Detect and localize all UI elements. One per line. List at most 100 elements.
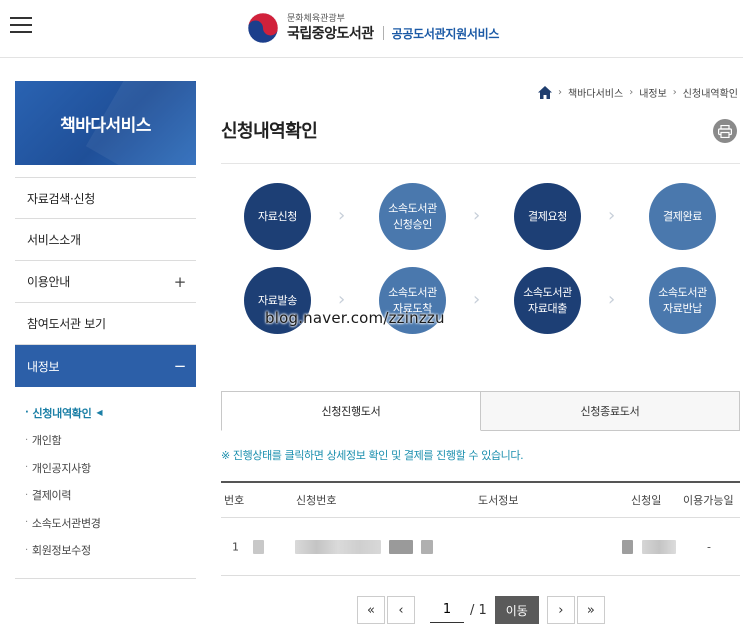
step-label: 소속도서관 신청승인 [388,201,437,231]
sidebar-item-libraries[interactable]: 참여도서관 보기 [15,303,196,345]
collapse-minus-icon[interactable]: − [174,357,187,375]
page-number-input[interactable] [430,597,464,623]
blurred-cell [421,539,433,554]
submenu-item-personal-box[interactable]: · 개인함 [25,427,196,455]
step-label: 소속도서관 자료대출 [523,285,572,315]
chevron-right-icon: › [629,87,634,98]
header-book-info: 도서정보 [478,494,519,507]
next-page-button[interactable]: › [546,596,575,624]
table-header: 번호 신청번호 도서정보 신청일 이용가능일 [221,481,740,518]
submenu-item-label: 회원정보수정 [31,544,91,558]
bullet-icon: · [25,462,28,474]
step-library-return: 소속도서관 자료반납 [649,267,716,334]
chevron-right-icon: › [608,289,616,310]
submenu-item-payment-history[interactable]: · 결제이력 [25,482,196,510]
bullet-icon: · [25,434,28,446]
ministry-name: 문화체육관광부 [287,13,345,24]
chevron-right-icon: › [557,87,562,98]
submenu-item-label: 소속도서관변경 [31,516,101,530]
step-library-loan: 소속도서관 자료대출 [514,267,581,334]
step-label: 소속도서관 자료반납 [658,285,707,315]
page-total: / 1 [470,602,487,618]
chevron-right-icon: › [672,87,677,98]
bullet-icon: · [25,489,28,501]
last-page-button[interactable]: » [576,596,605,624]
menu-icon[interactable] [10,17,32,35]
expand-plus-icon[interactable]: + [174,273,187,291]
submenu-item-request-history[interactable]: · 신청내역확인 ◀ [25,399,196,427]
chevron-right-icon: › [338,289,346,310]
step-library-approval: 소속도서관 신청승인 [379,183,446,250]
go-button[interactable]: 이동 [494,596,539,624]
step-label: 결제완료 [663,209,702,223]
breadcrumb: › 책바다서비스 › 내정보 › 신청내역확인 [537,85,738,100]
submenu-item-label: 결제이력 [31,489,72,503]
row-available-date: - [707,540,711,553]
page-title: 신청내역확인 [221,121,318,142]
sidebar-item-guide[interactable]: 이용안내 + [15,261,196,303]
submenu-item-edit-profile[interactable]: · 회원정보수정 [25,537,196,565]
taegeuk-emblem-icon [247,12,279,44]
blurred-cell [253,539,264,554]
request-tabs: 신청진행도서 신청종료도서 [221,391,740,431]
breadcrumb-item[interactable]: 책바다서비스 [568,85,623,100]
tab-label: 신청진행도서 [321,405,381,418]
service-name: 공공도서관지원서비스 [391,26,500,41]
breadcrumb-item-current: 신청내역확인 [682,89,738,100]
chevron-right-icon: › [473,205,481,226]
logo-divider [382,26,384,40]
print-button[interactable] [713,119,737,143]
step-payment-complete: 결제완료 [649,183,716,250]
site-logo[interactable]: 문화체육관광부 국립중앙도서관 공공도서관지원서비스 [247,8,499,48]
blurred-request-no [295,539,381,554]
prev-page-button[interactable]: ‹ [387,596,415,624]
sidebar-submenu: · 신청내역확인 ◀ · 개인함 · 개인공지사항 · 결제이력 · 소속도서관… [15,387,196,564]
tab-in-progress[interactable]: 신청진행도서 [221,391,481,431]
sidebar-item-search[interactable]: 자료검색·신청 [15,177,196,219]
header-number: 번호 [224,494,245,507]
sidebar-item-label: 이용안내 [27,275,70,289]
sidebar-banner-title: 책바다서비스 [60,115,151,136]
sidebar-item-label: 서비스소개 [27,233,81,247]
breadcrumb-item[interactable]: 내정보 [639,85,667,100]
step-label: 자료발송 [258,293,297,307]
sidebar-menu: 자료검색·신청 서비스소개 이용안내 + 참여도서관 보기 내정보 − · 신청… [15,177,196,564]
sidebar-item-my-info[interactable]: 내정보 − [15,345,196,387]
pagination: « ‹ / 1 이동 › » [357,596,605,624]
submenu-item-label: 개인공지사항 [31,461,91,475]
title-divider [221,163,740,164]
blurred-request-date [642,539,676,554]
tab-label: 신청종료도서 [580,405,640,418]
tab-completed[interactable]: 신청종료도서 [481,391,740,431]
submenu-item-label: 신청내역확인 [32,406,92,420]
sidebar-item-label: 자료검색·신청 [27,191,95,206]
notice-text: ※ 진행상태를 클릭하면 상세정보 확인 및 결제를 진행할 수 있습니다. [221,449,524,462]
sidebar-item-intro[interactable]: 서비스소개 [15,219,196,261]
first-page-button[interactable]: « [357,596,385,624]
header-request-date: 신청일 [631,494,662,507]
step-payment-request: 결제요청 [514,183,581,250]
table-row[interactable]: 1 - [221,518,740,576]
sidebar-item-label: 내정보 [27,359,60,374]
row-number: 1 [232,540,239,553]
library-name: 국립중앙도서관 [287,25,374,42]
step-label: 결제요청 [528,209,567,223]
header-request-no: 신청번호 [296,494,337,507]
header-available-date: 이용가능일 [683,494,734,507]
current-indicator-icon: ◀ [96,408,103,418]
step-request: 자료신청 [244,183,311,250]
submenu-item-change-library[interactable]: · 소속도서관변경 [25,509,196,537]
sidebar-item-label: 참여도서관 보기 [27,317,106,331]
submenu-item-personal-notice[interactable]: · 개인공지사항 [25,454,196,482]
blurred-request-date [622,539,633,554]
chevron-right-icon: › [473,289,481,310]
step-label: 자료신청 [258,209,297,223]
watermark-text: blog.naver.com/zzinzzu [265,309,445,327]
request-table: 번호 신청번호 도서정보 신청일 이용가능일 1 - [221,481,740,576]
chevron-right-icon: › [608,205,616,226]
sidebar-divider [15,578,196,579]
bullet-icon: · [25,544,28,556]
home-icon[interactable] [537,86,552,99]
printer-icon [718,124,732,138]
site-header: 문화체육관광부 국립중앙도서관 공공도서관지원서비스 [0,0,743,58]
